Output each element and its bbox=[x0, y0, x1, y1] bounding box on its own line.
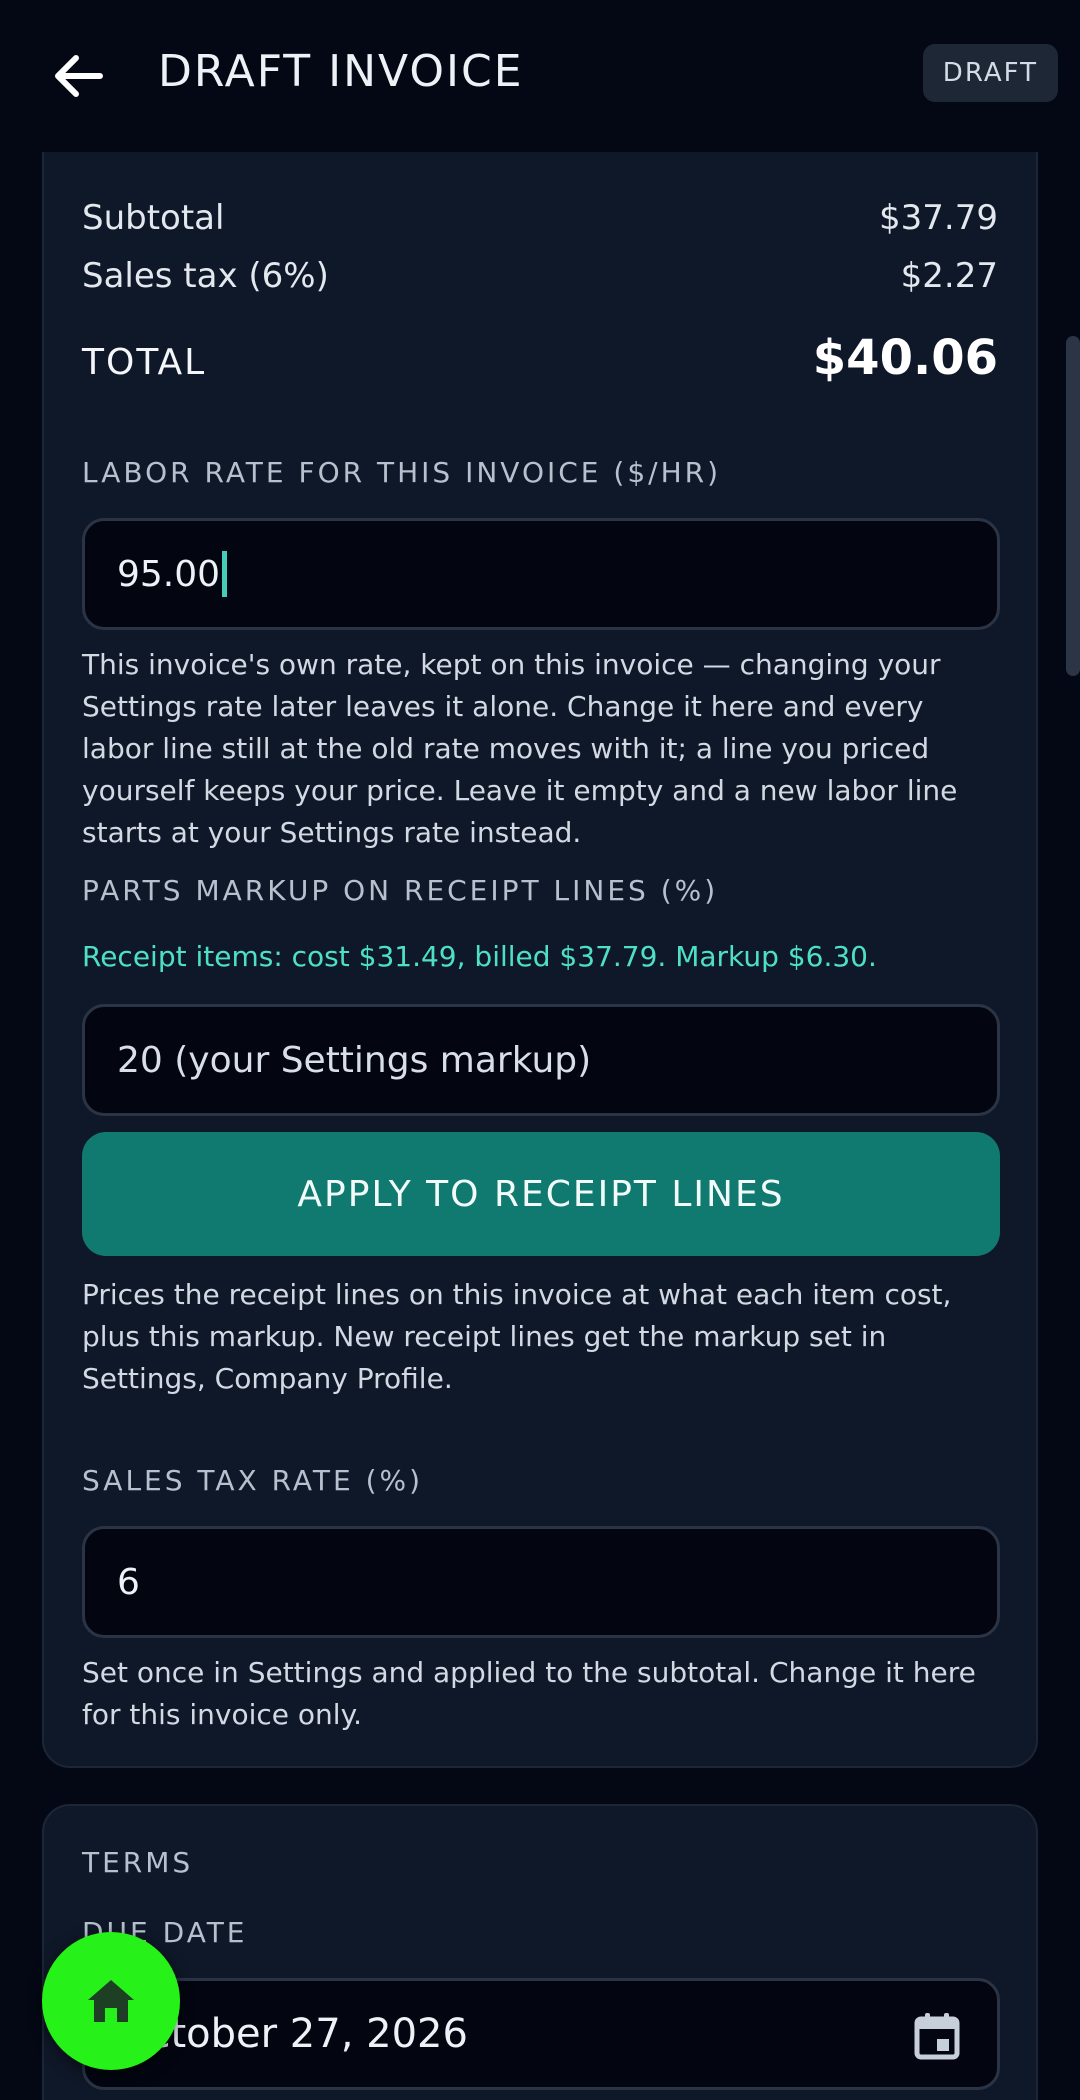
home-icon bbox=[88, 1980, 134, 2022]
arrow-left-icon bbox=[55, 55, 103, 97]
invoice-totals-card: Subtotal $37.79 Sales tax (6%) $2.27 TOT… bbox=[42, 152, 1038, 1768]
total-value: $40.06 bbox=[812, 330, 998, 386]
sales-tax-rate-value: 6 bbox=[117, 1561, 140, 1603]
sales-tax-rate-input[interactable]: 6 bbox=[82, 1526, 1000, 1638]
sales-tax-label: Sales tax (6%) bbox=[82, 256, 329, 296]
subtotal-row: Subtotal $37.79 bbox=[82, 198, 998, 238]
content-scroll[interactable]: Subtotal $37.79 Sales tax (6%) $2.27 TOT… bbox=[0, 152, 1080, 2100]
sales-tax-value: $2.27 bbox=[900, 256, 998, 296]
total-label: TOTAL bbox=[82, 342, 207, 383]
calendar-icon[interactable] bbox=[913, 2011, 961, 2061]
labor-rate-value: 95.00 bbox=[117, 553, 221, 595]
sales-tax-rate-help: Set once in Settings and applied to the … bbox=[82, 1656, 976, 1731]
home-button[interactable] bbox=[42, 1932, 180, 2070]
back-button[interactable] bbox=[42, 40, 114, 112]
total-row: TOTAL $40.06 bbox=[82, 330, 998, 386]
sales-tax-row: Sales tax (6%) $2.27 bbox=[82, 256, 998, 296]
parts-markup-input[interactable]: 20 (your Settings markup) bbox=[82, 1004, 1000, 1116]
sales-tax-rate-label: SALES TAX RATE (%) bbox=[82, 1464, 424, 1497]
labor-rate-label: LABOR RATE FOR THIS INVOICE ($/HR) bbox=[82, 456, 722, 489]
apply-to-receipt-lines-button[interactable]: APPLY TO RECEIPT LINES bbox=[82, 1132, 1000, 1256]
terms-title: TERMS bbox=[82, 1846, 194, 1879]
scrollbar-thumb[interactable] bbox=[1066, 336, 1080, 676]
receipt-markup-info: Receipt items: cost $31.49, billed $37.7… bbox=[82, 940, 877, 973]
labor-rate-help: This invoice's own rate, kept on this in… bbox=[82, 648, 958, 849]
status-badge: DRAFT bbox=[922, 44, 1058, 102]
parts-markup-help: Prices the receipt lines on this invoice… bbox=[82, 1278, 952, 1395]
labor-rate-input[interactable]: 95.00 bbox=[82, 518, 1000, 630]
parts-markup-label: PARTS MARKUP ON RECEIPT LINES (%) bbox=[82, 874, 719, 907]
terms-card: TERMS DUE DATE October 27, 2026 bbox=[42, 1804, 1038, 2100]
due-date-field[interactable]: October 27, 2026 bbox=[82, 1978, 1000, 2090]
subtotal-value: $37.79 bbox=[879, 198, 998, 238]
subtotal-label: Subtotal bbox=[82, 198, 225, 238]
page-title: DRAFT INVOICE bbox=[158, 46, 524, 97]
app-header: DRAFT INVOICE DRAFT bbox=[0, 0, 1080, 152]
parts-markup-placeholder: 20 (your Settings markup) bbox=[117, 1039, 592, 1081]
text-caret bbox=[222, 551, 228, 597]
